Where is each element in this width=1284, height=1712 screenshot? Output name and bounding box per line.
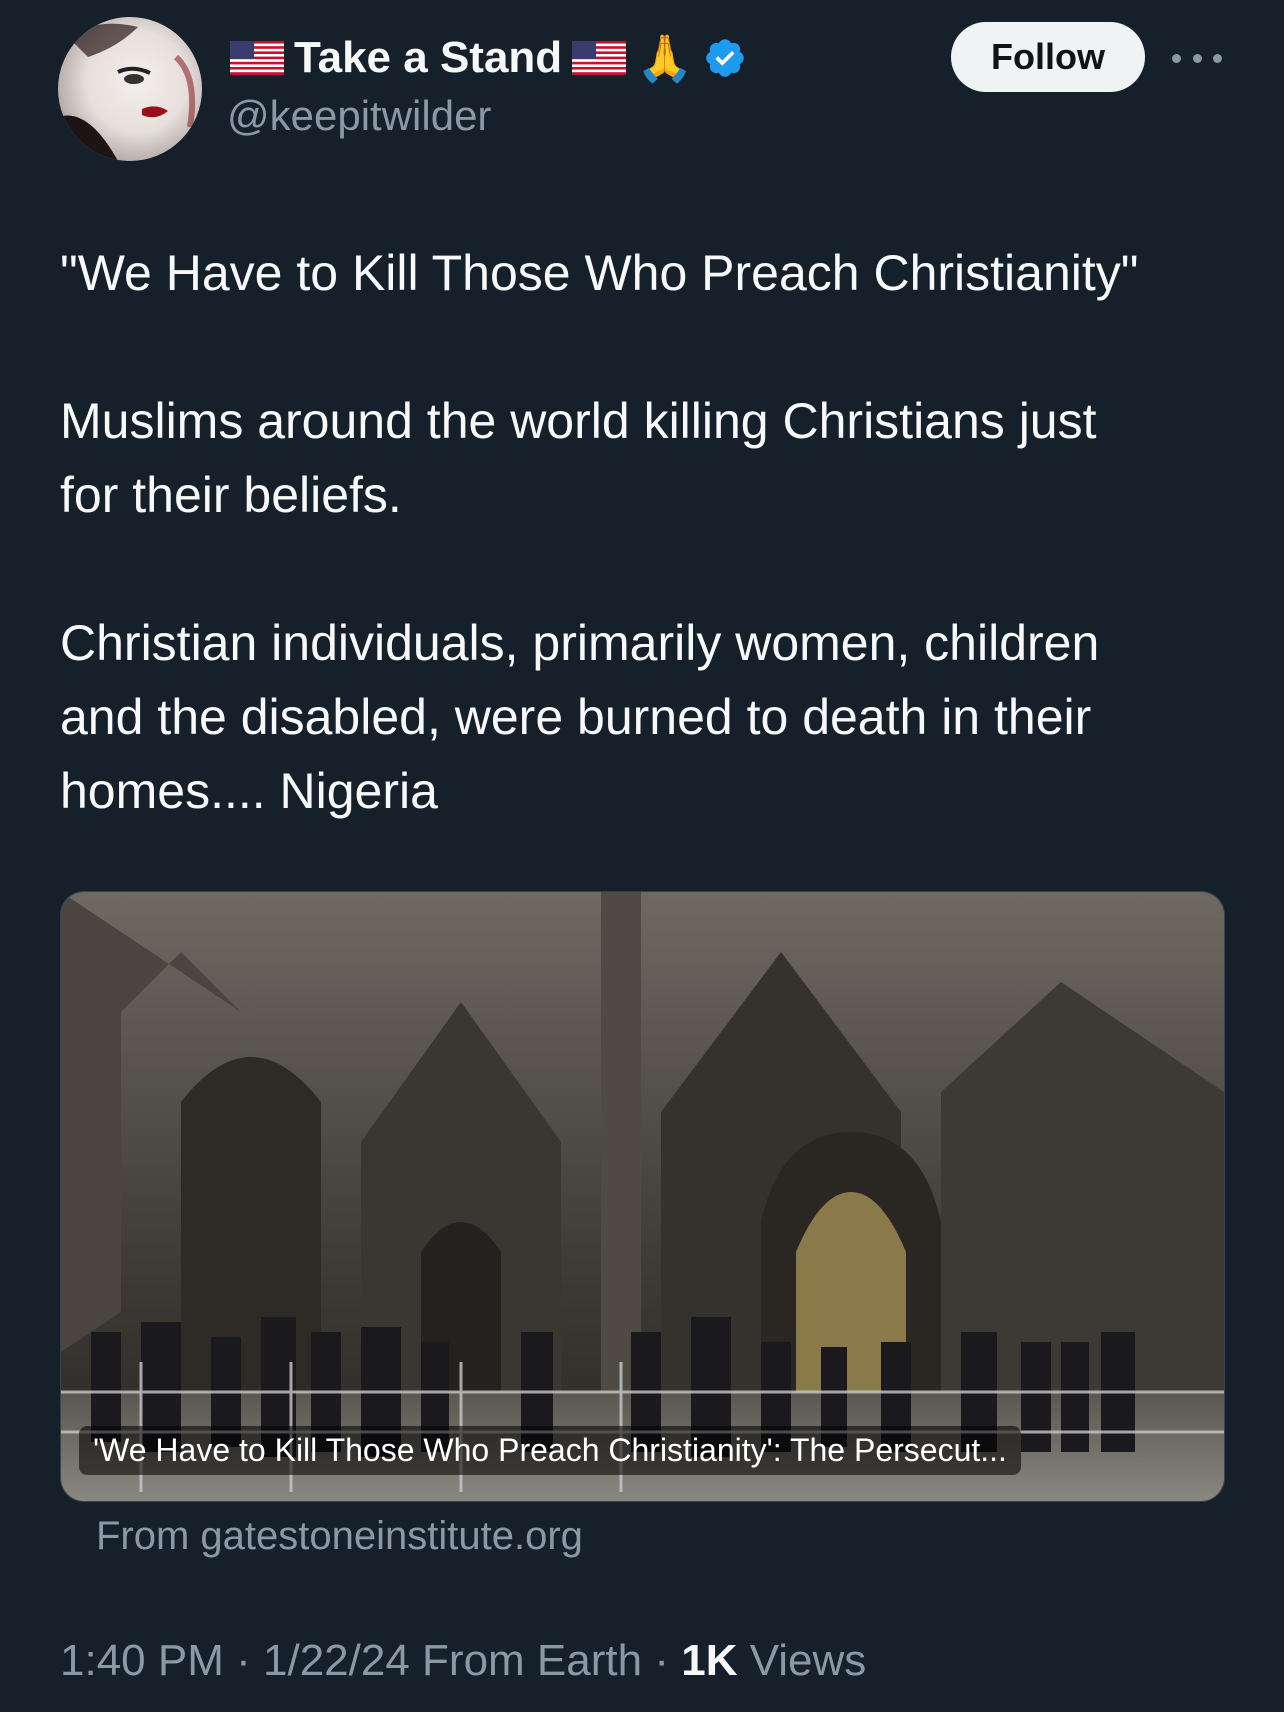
tweet-date[interactable]: 1/22/24 [263,1636,410,1685]
separator: · [236,1636,251,1685]
us-flag-icon [230,41,284,75]
tweet-line: "We Have to Kill Those Who Preach Christ… [60,245,1139,301]
name-row: Take a Stand 🙏 [230,30,747,86]
user-handle[interactable]: @keepitwilder [227,92,491,140]
tweet-line: homes.... Nigeria [60,763,438,819]
link-card[interactable]: 'We Have to Kill Those Who Preach Christ… [60,891,1225,1502]
follow-button[interactable]: Follow [951,22,1145,92]
tweet-line: Muslims around the world killing Christi… [60,393,1097,449]
tweet-header: Take a Stand 🙏 @keepitwilder Follow [0,0,1284,170]
us-flag-icon [572,41,627,75]
tweet-location: From Earth [422,1636,643,1685]
tweet-time[interactable]: 1:40 PM [60,1636,224,1685]
verified-badge-icon[interactable] [703,36,747,80]
views-count: 1K [681,1636,738,1685]
avatar[interactable] [58,17,202,161]
views-label: Views [749,1636,867,1685]
display-name[interactable]: Take a Stand [294,33,562,83]
tweet-text: "We Have to Kill Those Who Preach Christ… [60,236,1240,828]
separator: · [654,1636,669,1685]
tweet-line: Christian individuals, primarily women, … [60,615,1100,671]
praying-hands-icon: 🙏 [636,32,694,84]
cathedral-image [61,892,1224,1501]
avatar-image [58,23,196,161]
tweet-line: for their beliefs. [60,467,402,523]
link-source[interactable]: From gatestoneinstitute.org [96,1514,583,1559]
more-options-icon[interactable] [1172,40,1222,76]
tweet-line: and the disabled, were burned to death i… [60,689,1092,745]
tweet-meta: 1:40 PM · 1/22/24 From Earth · 1K Views [60,1636,866,1686]
link-card-title: 'We Have to Kill Those Who Preach Christ… [79,1426,1021,1475]
